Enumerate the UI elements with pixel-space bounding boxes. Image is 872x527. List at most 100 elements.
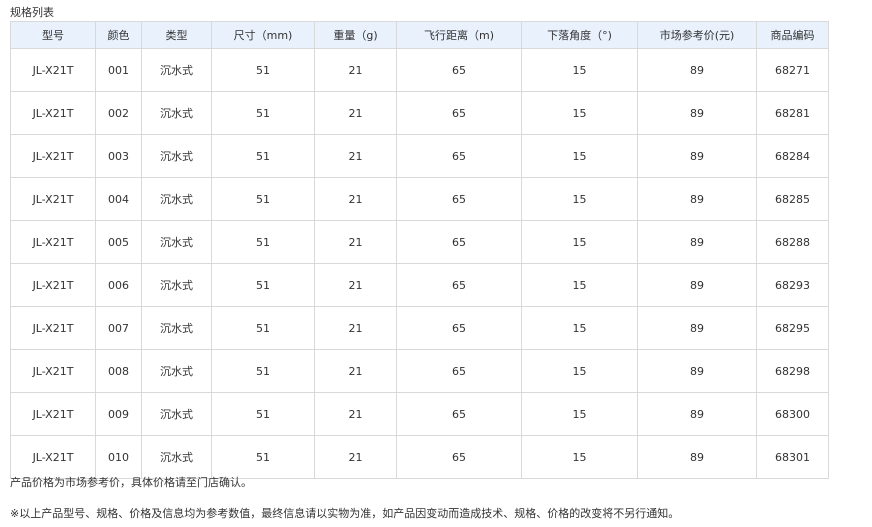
cell-angle: 15 bbox=[521, 48, 638, 92]
cell-angle: 15 bbox=[521, 220, 638, 264]
cell-model: JL-X21T bbox=[10, 220, 96, 264]
cell-weight: 21 bbox=[314, 349, 397, 393]
cell-type: 沉水式 bbox=[141, 435, 212, 479]
cell-angle: 15 bbox=[521, 134, 638, 178]
cell-angle: 15 bbox=[521, 91, 638, 135]
header-weight: 重量（g) bbox=[314, 21, 397, 49]
cell-size: 51 bbox=[211, 349, 315, 393]
cell-color: 010 bbox=[95, 435, 142, 479]
cell-angle: 15 bbox=[521, 306, 638, 350]
cell-model: JL-X21T bbox=[10, 306, 96, 350]
cell-distance: 65 bbox=[396, 48, 522, 92]
cell-distance: 65 bbox=[396, 177, 522, 221]
cell-price: 89 bbox=[637, 392, 757, 436]
cell-angle: 15 bbox=[521, 349, 638, 393]
header-angle: 下落角度（°) bbox=[521, 21, 638, 49]
cell-size: 51 bbox=[211, 134, 315, 178]
cell-type: 沉水式 bbox=[141, 91, 212, 135]
cell-distance: 65 bbox=[396, 435, 522, 479]
cell-distance: 65 bbox=[396, 349, 522, 393]
cell-model: JL-X21T bbox=[10, 435, 96, 479]
price-note: 产品价格为市场参考价，具体价格请至门店确认。 bbox=[10, 476, 252, 489]
table-row: JL-X21T 003 沉水式 51 21 65 15 89 68284 bbox=[10, 134, 829, 178]
cell-distance: 65 bbox=[396, 134, 522, 178]
cell-size: 51 bbox=[211, 177, 315, 221]
cell-price: 89 bbox=[637, 48, 757, 92]
cell-distance: 65 bbox=[396, 306, 522, 350]
cell-angle: 15 bbox=[521, 177, 638, 221]
cell-color: 006 bbox=[95, 263, 142, 307]
table-row: JL-X21T 006 沉水式 51 21 65 15 89 68293 bbox=[10, 263, 829, 307]
cell-distance: 65 bbox=[396, 220, 522, 264]
cell-angle: 15 bbox=[521, 263, 638, 307]
cell-code: 68288 bbox=[756, 220, 829, 264]
table-row: JL-X21T 001 沉水式 51 21 65 15 89 68271 bbox=[10, 48, 829, 92]
cell-weight: 21 bbox=[314, 435, 397, 479]
cell-code: 68293 bbox=[756, 263, 829, 307]
cell-color: 005 bbox=[95, 220, 142, 264]
header-distance: 飞行距离（m) bbox=[396, 21, 522, 49]
cell-type: 沉水式 bbox=[141, 177, 212, 221]
cell-type: 沉水式 bbox=[141, 349, 212, 393]
cell-size: 51 bbox=[211, 435, 315, 479]
cell-code: 68298 bbox=[756, 349, 829, 393]
header-code: 商品编码 bbox=[756, 21, 829, 49]
cell-weight: 21 bbox=[314, 392, 397, 436]
cell-code: 68300 bbox=[756, 392, 829, 436]
cell-model: JL-X21T bbox=[10, 263, 96, 307]
cell-weight: 21 bbox=[314, 48, 397, 92]
cell-type: 沉水式 bbox=[141, 48, 212, 92]
header-color: 颜色 bbox=[95, 21, 142, 49]
table-header-row: 型号 颜色 类型 尺寸（mm) 重量（g) 飞行距离（m) 下落角度（°) 市场… bbox=[10, 21, 829, 49]
cell-color: 002 bbox=[95, 91, 142, 135]
cell-type: 沉水式 bbox=[141, 306, 212, 350]
table-row: JL-X21T 005 沉水式 51 21 65 15 89 68288 bbox=[10, 220, 829, 264]
cell-color: 007 bbox=[95, 306, 142, 350]
cell-weight: 21 bbox=[314, 306, 397, 350]
cell-distance: 65 bbox=[396, 263, 522, 307]
cell-size: 51 bbox=[211, 48, 315, 92]
section-title: 规格列表 bbox=[10, 6, 54, 19]
cell-code: 68281 bbox=[756, 91, 829, 135]
cell-angle: 15 bbox=[521, 435, 638, 479]
cell-model: JL-X21T bbox=[10, 349, 96, 393]
header-model: 型号 bbox=[10, 21, 96, 49]
cell-type: 沉水式 bbox=[141, 263, 212, 307]
cell-color: 003 bbox=[95, 134, 142, 178]
table-row: JL-X21T 009 沉水式 51 21 65 15 89 68300 bbox=[10, 392, 829, 436]
cell-code: 68284 bbox=[756, 134, 829, 178]
table-row: JL-X21T 010 沉水式 51 21 65 15 89 68301 bbox=[10, 435, 829, 479]
cell-type: 沉水式 bbox=[141, 220, 212, 264]
cell-distance: 65 bbox=[396, 392, 522, 436]
cell-weight: 21 bbox=[314, 91, 397, 135]
cell-size: 51 bbox=[211, 91, 315, 135]
cell-code: 68301 bbox=[756, 435, 829, 479]
cell-size: 51 bbox=[211, 306, 315, 350]
cell-model: JL-X21T bbox=[10, 91, 96, 135]
cell-model: JL-X21T bbox=[10, 134, 96, 178]
cell-model: JL-X21T bbox=[10, 177, 96, 221]
cell-type: 沉水式 bbox=[141, 134, 212, 178]
cell-size: 51 bbox=[211, 220, 315, 264]
cell-price: 89 bbox=[637, 134, 757, 178]
cell-price: 89 bbox=[637, 263, 757, 307]
cell-code: 68271 bbox=[756, 48, 829, 92]
cell-code: 68295 bbox=[756, 306, 829, 350]
cell-price: 89 bbox=[637, 91, 757, 135]
spec-table: 型号 颜色 类型 尺寸（mm) 重量（g) 飞行距离（m) 下落角度（°) 市场… bbox=[10, 21, 829, 479]
cell-price: 89 bbox=[637, 306, 757, 350]
header-type: 类型 bbox=[141, 21, 212, 49]
cell-angle: 15 bbox=[521, 392, 638, 436]
cell-price: 89 bbox=[637, 349, 757, 393]
cell-price: 89 bbox=[637, 435, 757, 479]
cell-model: JL-X21T bbox=[10, 48, 96, 92]
cell-type: 沉水式 bbox=[141, 392, 212, 436]
table-row: JL-X21T 004 沉水式 51 21 65 15 89 68285 bbox=[10, 177, 829, 221]
cell-price: 89 bbox=[637, 220, 757, 264]
cell-model: JL-X21T bbox=[10, 392, 96, 436]
cell-weight: 21 bbox=[314, 220, 397, 264]
cell-price: 89 bbox=[637, 177, 757, 221]
cell-weight: 21 bbox=[314, 263, 397, 307]
cell-size: 51 bbox=[211, 392, 315, 436]
cell-color: 009 bbox=[95, 392, 142, 436]
